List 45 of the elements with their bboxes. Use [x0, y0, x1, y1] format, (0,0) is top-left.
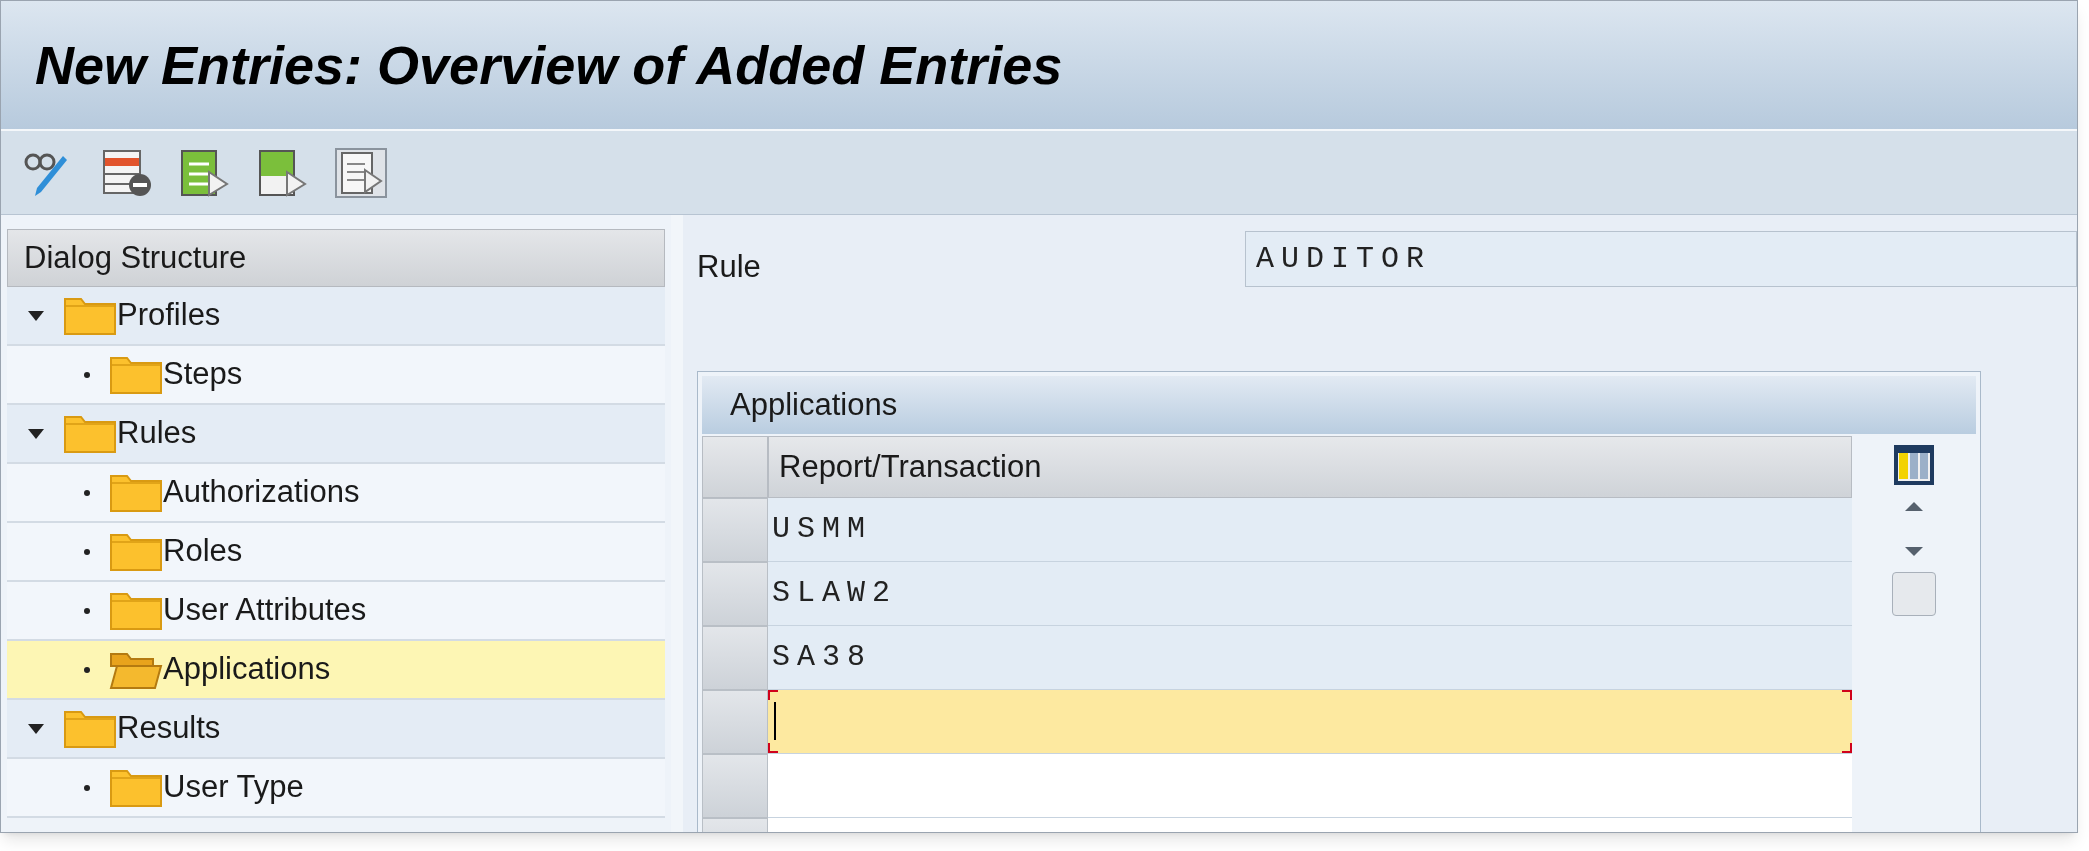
scroll-down-icon[interactable] [1903, 546, 1925, 558]
tree-item[interactable]: Steps [7, 346, 665, 405]
rule-field[interactable]: AUDITOR [1245, 231, 2077, 287]
select-block-icon[interactable] [257, 147, 309, 198]
field-label: Rule [697, 247, 762, 286]
tree-item[interactable]: Applications [7, 641, 665, 700]
bullet-icon [83, 547, 91, 556]
bullet-icon [83, 606, 91, 615]
table-cell[interactable] [768, 754, 1852, 818]
folder-icon [109, 767, 163, 808]
folder-icon [109, 531, 163, 572]
delete-rows-icon[interactable] [101, 147, 153, 198]
expanded-triangle-icon[interactable] [27, 309, 45, 322]
table-cell[interactable]: SLAW2 [768, 562, 1852, 626]
table-cell[interactable] [768, 690, 1852, 754]
table-cell[interactable]: USMM [768, 498, 1852, 562]
bullet-icon [83, 783, 91, 792]
bullet-icon [83, 488, 91, 497]
folder-icon [109, 354, 163, 395]
bullet-icon [83, 370, 91, 379]
deselect-all-icon[interactable] [335, 147, 387, 198]
column-settings-icon[interactable] [1893, 444, 1935, 486]
folder-icon [63, 413, 117, 454]
table-cell[interactable]: SA38 [768, 626, 1852, 690]
tree-item[interactable]: User Type [7, 759, 665, 818]
tree-item[interactable]: User Attributes [7, 582, 665, 641]
tree-item[interactable]: Rules [7, 405, 665, 464]
select-all-icon[interactable] [179, 147, 231, 198]
scroll-thumb[interactable] [1892, 572, 1936, 616]
column-header[interactable]: Report/Transaction [768, 436, 1852, 498]
panel-title: Dialog Structure [24, 238, 247, 277]
expanded-triangle-icon[interactable] [27, 427, 45, 440]
bullet-icon [83, 665, 91, 674]
tree-item[interactable]: Authorizations [7, 464, 665, 523]
window-title: New Entries: Overview of Added Entries [35, 33, 1063, 97]
table-title: Applications [730, 385, 898, 424]
folder-icon [109, 590, 163, 631]
tree-item[interactable]: Profiles [7, 287, 665, 346]
tree-item[interactable]: Roles [7, 523, 665, 582]
folder-icon [63, 295, 117, 336]
folder-icon [63, 708, 117, 749]
expanded-triangle-icon[interactable] [27, 722, 45, 735]
scroll-up-icon[interactable] [1903, 500, 1925, 512]
tree-item[interactable]: Results [7, 700, 665, 759]
folder-icon [109, 472, 163, 513]
